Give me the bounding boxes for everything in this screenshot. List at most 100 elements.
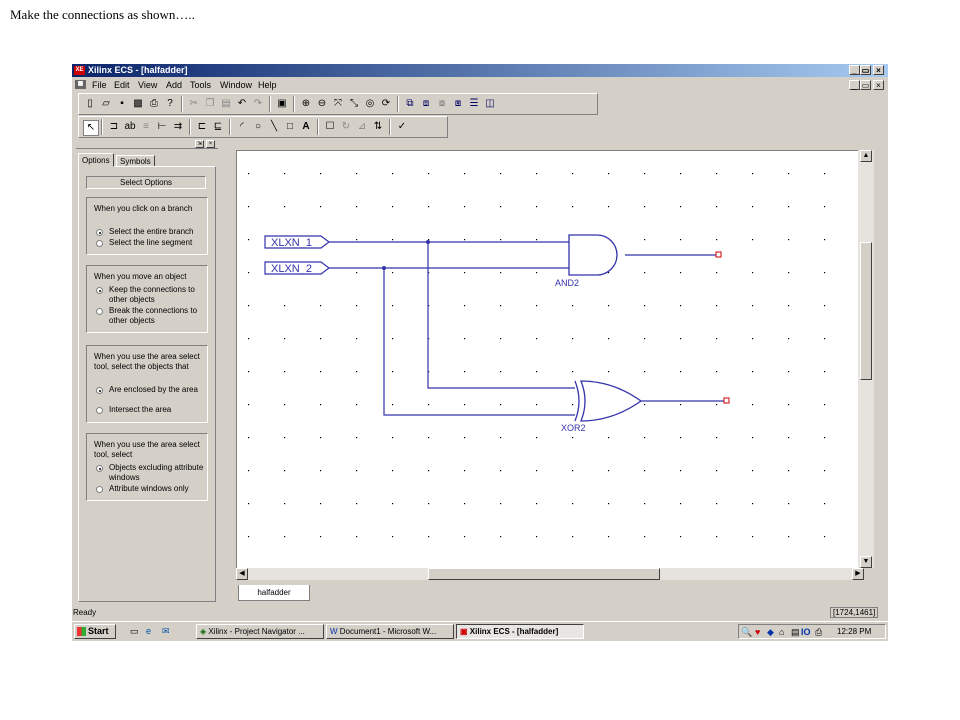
menu-window[interactable]: Window bbox=[220, 80, 252, 90]
doc-close-button[interactable]: × bbox=[873, 80, 884, 90]
option-label[interactable]: Objects excluding attribute windows bbox=[109, 463, 207, 482]
output-terminal[interactable] bbox=[715, 251, 722, 258]
save-icon[interactable]: ▪ bbox=[115, 97, 129, 111]
panel-pin-button[interactable]: ⇲ bbox=[195, 140, 204, 148]
minimize-button[interactable]: _ bbox=[849, 65, 860, 75]
horizontal-scroll-thumb[interactable] bbox=[428, 568, 660, 580]
doc-icon[interactable]: ▦ bbox=[75, 80, 86, 89]
option-label[interactable]: Keep the connections to other objects bbox=[109, 285, 207, 304]
refresh-icon[interactable]: ⟳ bbox=[379, 97, 393, 111]
menu-edit[interactable]: Edit bbox=[114, 80, 130, 90]
outlook-icon[interactable]: ✉ bbox=[162, 625, 170, 637]
cascade-icon[interactable]: ⧆ bbox=[451, 97, 465, 111]
zoom-full-icon[interactable]: ⤧ bbox=[331, 97, 345, 111]
menu-help[interactable]: Help bbox=[258, 80, 277, 90]
input-marker-xlxn-2[interactable]: XLXN_2 bbox=[264, 261, 330, 275]
swap-icon[interactable]: ⇅ bbox=[371, 120, 385, 134]
vertical-scroll-thumb[interactable] bbox=[860, 242, 872, 380]
wires[interactable] bbox=[329, 241, 727, 416]
restore-button[interactable]: ▭ bbox=[860, 65, 871, 75]
zoom-in-icon[interactable]: ⊕ bbox=[299, 97, 313, 111]
tile-horizontal-icon[interactable]: ☰ bbox=[467, 97, 481, 111]
zoom-fit-icon[interactable]: ⤡ bbox=[347, 97, 361, 111]
scroll-down-button[interactable]: ▼ bbox=[860, 556, 872, 568]
tray-printer-icon[interactable]: ⎙ bbox=[815, 626, 822, 638]
circle-icon[interactable]: ○ bbox=[251, 120, 265, 134]
scroll-up-button[interactable]: ▲ bbox=[860, 150, 872, 162]
help-icon[interactable]: ? bbox=[163, 97, 177, 111]
rectangle-icon[interactable]: □ bbox=[283, 120, 297, 134]
rename-bus-icon[interactable]: ≡ bbox=[139, 120, 153, 134]
task-xilinx-ecs[interactable]: ▣ Xilinx ECS - [halfadder] bbox=[456, 624, 584, 639]
tab-options[interactable]: Options bbox=[78, 153, 114, 167]
hierarchy-top-icon[interactable]: ⧇ bbox=[435, 97, 449, 111]
cut-icon[interactable]: ✂ bbox=[187, 97, 201, 111]
radio-button[interactable] bbox=[96, 465, 103, 472]
check-schematic-icon[interactable]: ☐ bbox=[323, 120, 337, 134]
menu-file[interactable]: File bbox=[92, 80, 107, 90]
vertical-scrollbar[interactable]: ▲ ▼ bbox=[858, 150, 874, 568]
doc-restore-button[interactable]: ▭ bbox=[860, 80, 871, 90]
save-all-icon[interactable]: ▩ bbox=[131, 97, 145, 111]
undo-icon[interactable]: ↶ bbox=[235, 97, 249, 111]
option-label[interactable]: Select the entire branch bbox=[109, 227, 207, 237]
arc-icon[interactable]: ◜ bbox=[235, 120, 249, 134]
tab-halfadder[interactable]: halfadder bbox=[238, 585, 310, 601]
radio-button[interactable] bbox=[96, 486, 103, 493]
zoom-out-icon[interactable]: ⊖ bbox=[315, 97, 329, 111]
radio-button[interactable] bbox=[96, 287, 103, 294]
tray-io-icon[interactable]: IO bbox=[801, 626, 811, 638]
menu-add[interactable]: Add bbox=[166, 80, 182, 90]
radio-button[interactable] bbox=[96, 240, 103, 247]
scroll-left-button[interactable]: ◀ bbox=[236, 568, 248, 580]
copy-icon[interactable]: ❐ bbox=[203, 97, 217, 111]
hierarchy-push-icon[interactable]: ⧉ bbox=[403, 97, 417, 111]
binoculars-icon[interactable]: ▣ bbox=[275, 97, 289, 111]
menu-view[interactable]: View bbox=[138, 80, 157, 90]
menu-tools[interactable]: Tools bbox=[190, 80, 211, 90]
tray-antivirus-icon[interactable]: ♥ bbox=[755, 626, 760, 638]
check-icon[interactable]: ✓ bbox=[395, 120, 409, 134]
new-icon[interactable]: ▯ bbox=[83, 97, 97, 111]
option-label[interactable]: Intersect the area bbox=[109, 405, 207, 415]
radio-button[interactable] bbox=[96, 229, 103, 236]
output-terminal[interactable] bbox=[723, 397, 730, 404]
tray-network-icon[interactable]: ⌂ bbox=[779, 626, 784, 638]
task-project-navigator[interactable]: ◈ Xilinx - Project Navigator ... bbox=[196, 624, 324, 639]
add-instance-icon[interactable]: ⊑ bbox=[211, 120, 225, 134]
radio-button[interactable] bbox=[96, 308, 103, 315]
and2-gate[interactable]: AND2 bbox=[555, 234, 618, 288]
open-icon[interactable]: ▱ bbox=[99, 97, 113, 111]
line-icon[interactable]: ╲ bbox=[267, 120, 281, 134]
show-desktop-icon[interactable]: ▭ bbox=[130, 625, 139, 637]
task-word-document[interactable]: W Document1 - Microsoft W... bbox=[326, 624, 454, 639]
tray-search-icon[interactable]: 🔍 bbox=[741, 626, 752, 638]
mirror-icon[interactable]: ⊿ bbox=[355, 120, 369, 134]
input-marker-xlxn-1[interactable]: XLXN_1 bbox=[264, 235, 330, 249]
add-wire-icon[interactable]: ⊐ bbox=[107, 120, 121, 134]
horizontal-scrollbar[interactable]: ◀ ▶ bbox=[236, 568, 864, 580]
option-label[interactable]: Attribute windows only bbox=[109, 484, 207, 494]
paste-icon[interactable]: ▤ bbox=[219, 97, 233, 111]
option-label[interactable]: Select the line segment bbox=[109, 238, 207, 248]
add-bus-tap-icon[interactable]: ⊢ bbox=[155, 120, 169, 134]
scroll-right-button[interactable]: ▶ bbox=[852, 568, 864, 580]
option-label[interactable]: Are enclosed by the area bbox=[109, 385, 207, 395]
add-symbol-icon[interactable]: ⊏ bbox=[195, 120, 209, 134]
browser-icon[interactable]: e bbox=[146, 625, 151, 637]
start-button[interactable]: Start bbox=[74, 624, 116, 639]
text-icon[interactable]: A bbox=[299, 120, 313, 134]
schematic-canvas[interactable]: XLXN_1 XLXN_2 AND2 XOR2 bbox=[236, 150, 859, 569]
xor2-gate[interactable]: XOR2 bbox=[561, 380, 643, 433]
tray-display-icon[interactable]: ▤ bbox=[791, 626, 800, 638]
rotate-icon[interactable]: ↻ bbox=[339, 120, 353, 134]
add-net-name-icon[interactable]: ab bbox=[123, 120, 137, 134]
tray-shield-icon[interactable]: ◆ bbox=[767, 626, 774, 638]
radio-button[interactable] bbox=[96, 387, 103, 394]
close-button[interactable]: × bbox=[873, 65, 884, 75]
panel-close-button[interactable]: × bbox=[206, 140, 215, 148]
select-arrow-icon[interactable]: ↖ bbox=[83, 120, 99, 136]
add-io-marker-icon[interactable]: ⇉ bbox=[171, 120, 185, 134]
hierarchy-pop-icon[interactable]: ⧈ bbox=[419, 97, 433, 111]
option-label[interactable]: Break the connections to other objects bbox=[109, 306, 207, 325]
